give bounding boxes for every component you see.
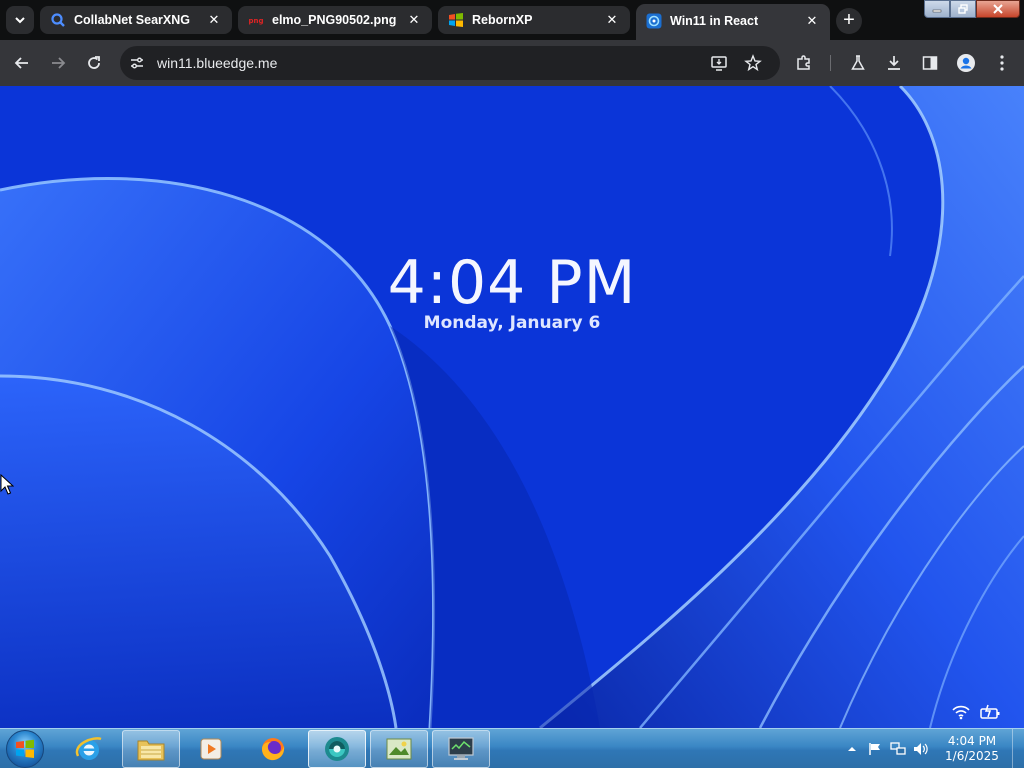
extensions-button[interactable] xyxy=(792,51,816,75)
firefox-icon xyxy=(262,738,285,761)
download-icon xyxy=(888,56,900,70)
side-panel-button[interactable] xyxy=(918,51,942,75)
browser-tab-strip: CollabNet SearXNG ✕ png elmo_PNG90502.pn… xyxy=(0,0,1024,40)
bloom-wallpaper xyxy=(0,86,1024,728)
battery-charging-icon xyxy=(980,704,1000,719)
network-icon[interactable] xyxy=(888,739,908,759)
tab-close-icon[interactable]: ✕ xyxy=(204,10,224,30)
png-favicon-icon: png xyxy=(248,12,264,28)
tab-title: Win11 in React xyxy=(670,14,759,28)
arrow-left-icon xyxy=(14,57,28,69)
taskbar-clock-time: 4:04 PM xyxy=(947,734,997,748)
minimize-button[interactable] xyxy=(924,0,950,18)
reload-button[interactable] xyxy=(82,51,106,75)
windows-logo-icon xyxy=(16,739,34,758)
reload-icon xyxy=(88,56,100,69)
new-tab-button[interactable]: + xyxy=(836,8,862,34)
profile-avatar-icon xyxy=(957,54,975,72)
profile-button[interactable] xyxy=(954,51,978,75)
volume-icon[interactable] xyxy=(911,739,931,759)
internet-explorer-icon xyxy=(75,737,102,760)
image-viewer-icon xyxy=(386,738,412,760)
url-text: win11.blueedge.me xyxy=(157,55,278,71)
taskbar-system-app[interactable] xyxy=(432,730,490,768)
kebab-menu-icon xyxy=(1000,55,1004,71)
search-favicon-icon xyxy=(50,12,66,28)
tab-close-icon[interactable]: ✕ xyxy=(802,11,822,31)
site-info-icon[interactable] xyxy=(129,55,145,71)
arrow-right-icon xyxy=(52,57,66,69)
lock-screen-date: Monday, January 6 xyxy=(423,313,601,333)
taskbar-image-app[interactable] xyxy=(370,730,428,768)
tab-collabnet-searxng[interactable]: CollabNet SearXNG ✕ xyxy=(40,6,232,34)
chevron-down-icon xyxy=(15,17,25,24)
minimize-icon xyxy=(932,9,942,13)
tab-close-icon[interactable]: ✕ xyxy=(602,10,622,30)
browser-toolbar: win11.blueedge.me xyxy=(0,40,1024,86)
windows-xp-logo-icon xyxy=(448,12,464,28)
show-hidden-icons-button[interactable] xyxy=(842,739,862,759)
install-app-icon[interactable] xyxy=(710,54,728,72)
react-logo-icon xyxy=(646,13,662,29)
media-player-icon xyxy=(200,738,222,760)
labs-button[interactable] xyxy=(846,51,870,75)
taskbar-browser-active[interactable] xyxy=(308,730,366,768)
restore-icon xyxy=(958,4,968,14)
bookmark-star-icon[interactable] xyxy=(744,54,762,72)
downloads-button[interactable] xyxy=(882,51,906,75)
lock-screen-time: 4:04 PM xyxy=(387,248,637,318)
puzzle-icon xyxy=(797,55,810,70)
folder-icon xyxy=(137,740,165,761)
show-desktop-button[interactable] xyxy=(1012,729,1024,768)
wifi-icon xyxy=(952,705,970,720)
svg-text:png: png xyxy=(248,17,263,25)
taskbar-media-player[interactable] xyxy=(182,730,240,768)
taskbar-internet-explorer[interactable] xyxy=(60,730,118,768)
tab-elmo-png[interactable]: png elmo_PNG90502.png (9 ✕ xyxy=(238,6,432,34)
taskbar-clock-date: 1/6/2025 xyxy=(945,749,999,763)
windows-taskbar: 4:04 PM 1/6/2025 xyxy=(0,728,1024,768)
tab-title: CollabNet SearXNG xyxy=(74,13,191,27)
flask-icon xyxy=(851,55,865,70)
browser-app-icon xyxy=(325,737,349,761)
tab-rebornxp[interactable]: RebornXP ✕ xyxy=(438,6,630,34)
window-controls xyxy=(924,0,1020,20)
back-button[interactable] xyxy=(10,51,34,75)
close-icon xyxy=(993,4,1003,14)
tab-search-button[interactable] xyxy=(6,6,34,34)
toolbar-divider xyxy=(830,55,831,71)
taskbar-clock[interactable]: 4:04 PM 1/6/2025 xyxy=(930,734,1014,764)
action-center-flag-icon[interactable] xyxy=(865,739,885,759)
win11-lock-screen[interactable]: 4:04 PM Monday, January 6 xyxy=(0,86,1024,728)
start-button[interactable] xyxy=(6,730,44,768)
address-bar[interactable]: win11.blueedge.me xyxy=(120,46,780,80)
chevron-up-icon xyxy=(848,747,856,751)
tab-title: elmo_PNG90502.png (9 xyxy=(272,13,398,27)
taskbar-file-explorer[interactable] xyxy=(122,730,180,768)
forward-button[interactable] xyxy=(46,51,70,75)
lock-screen-status xyxy=(952,704,1000,720)
tab-close-icon[interactable]: ✕ xyxy=(404,10,424,30)
taskbar-firefox[interactable] xyxy=(244,730,302,768)
side-panel-icon xyxy=(922,56,938,70)
system-tray xyxy=(842,729,934,768)
restore-button[interactable] xyxy=(950,0,976,18)
mouse-pointer-icon xyxy=(0,474,14,495)
menu-button[interactable] xyxy=(990,51,1014,75)
tab-win11-in-react[interactable]: Win11 in React ✕ xyxy=(636,4,830,40)
close-window-button[interactable] xyxy=(976,0,1020,18)
computer-monitor-icon xyxy=(448,737,474,760)
tab-title: RebornXP xyxy=(472,13,533,27)
